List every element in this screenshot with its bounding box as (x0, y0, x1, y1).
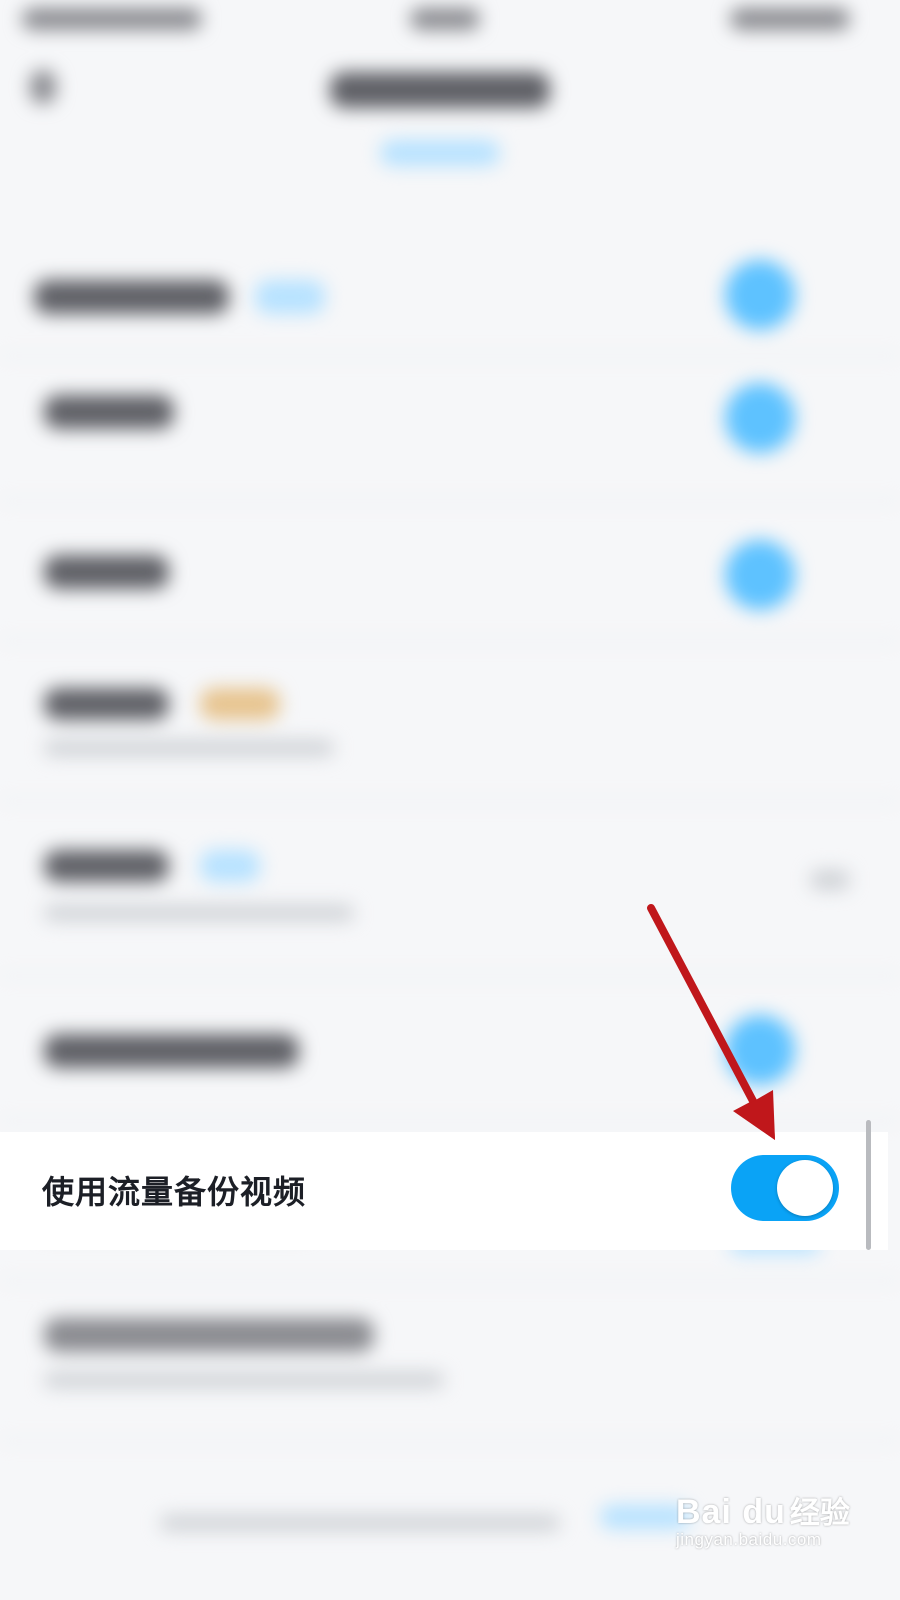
backup-video-cellular-toggle[interactable] (731, 1155, 839, 1221)
watermark-url: jingyan.baidu.com (676, 1530, 822, 1549)
scrollbar[interactable] (866, 1120, 871, 1250)
watermark-suffix: 经验 (789, 1497, 850, 1530)
toggle-knob (777, 1160, 833, 1216)
blurred-settings-background (0, 0, 900, 1600)
baidu-jingyan-watermark: Bai du 经验 jingyan.baidu.com (676, 1488, 856, 1558)
backup-video-cellular-label: 使用流量备份视频 (42, 1173, 307, 1211)
watermark-brand: Bai du (676, 1493, 786, 1531)
